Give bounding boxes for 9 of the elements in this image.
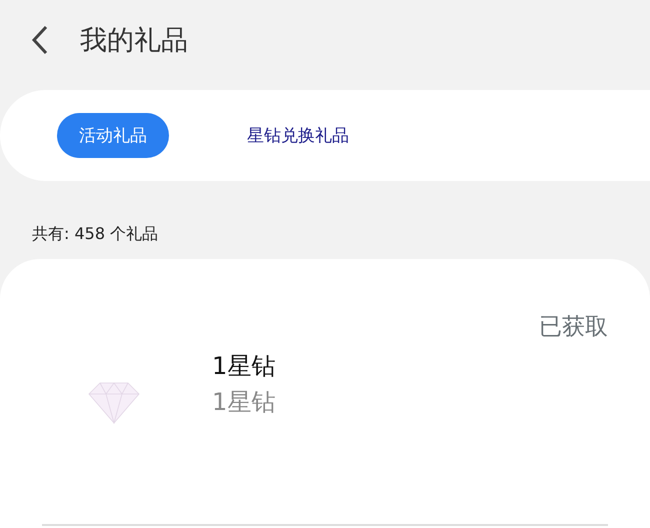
gift-status: 已获取 (539, 313, 608, 342)
gift-detail: 1星钻 (212, 387, 276, 418)
back-icon[interactable] (30, 25, 50, 55)
gift-name: 1星钻 (212, 351, 276, 382)
gift-count: 共有: 458 个礼品 (32, 224, 160, 245)
diamond-icon (88, 382, 140, 424)
tab[interactable]: 活动礼品 (57, 113, 169, 158)
page-title: 我的礼品 (80, 24, 188, 58)
tab[interactable]: 星钻兑换礼品 (229, 113, 367, 158)
